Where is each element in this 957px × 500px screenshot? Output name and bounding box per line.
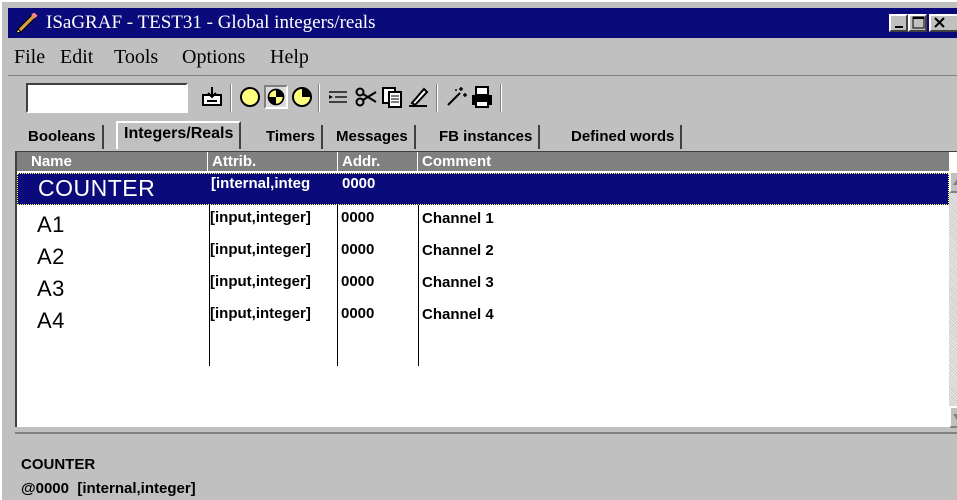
menu-tools[interactable]: Tools	[114, 46, 158, 69]
cell-addr: 0000	[341, 273, 375, 290]
tab-label: Integers/Reals	[124, 125, 234, 142]
circle-empty-icon[interactable]	[238, 85, 262, 109]
tab-timers[interactable]: Timers	[260, 125, 323, 149]
tab-integers-reals[interactable]: Integers/Reals	[116, 121, 242, 149]
menu-edit[interactable]: Edit	[60, 46, 93, 69]
maximize-icon	[912, 16, 925, 29]
toolbar-separator	[230, 84, 232, 112]
cell-attrib: [input,integer]	[210, 241, 311, 258]
vertical-scrollbar[interactable]	[949, 171, 957, 428]
app-window: ISaGRAF - TEST31 - Global integers/reals…	[0, 0, 957, 500]
copy-icon[interactable]	[380, 85, 404, 109]
cell-comment: Channel 3	[422, 274, 494, 291]
cell-attrib: [internal,integ	[211, 175, 311, 192]
cell-comment: Channel 2	[422, 242, 494, 259]
cell-name: COUNTER	[38, 175, 156, 201]
column-header-name[interactable]: Name	[17, 152, 207, 171]
variables-table: Name Attrib. Addr. Comment COUNTER [inte…	[15, 151, 957, 428]
toolbar-separator	[436, 84, 438, 112]
status-variable-name: COUNTER	[21, 456, 96, 473]
tab-messages[interactable]: Messages	[330, 125, 416, 149]
tab-strip: Booleans Integers/Reals Timers Messages …	[8, 121, 957, 149]
cell-name: A2	[37, 244, 65, 269]
menu-help-label: Help	[270, 46, 309, 68]
menu-help[interactable]: Help	[270, 46, 309, 69]
column-header-addr[interactable]: Addr.	[337, 152, 417, 171]
toolbar	[8, 75, 957, 117]
cell-attrib: [input,integer]	[210, 209, 311, 226]
cell-name: A3	[37, 276, 65, 301]
insert-line-icon[interactable]	[326, 85, 350, 109]
tab-booleans[interactable]: Booleans	[22, 125, 104, 149]
pencil-app-icon	[16, 13, 38, 33]
cell-name: A4	[37, 308, 65, 333]
scroll-up-button[interactable]	[949, 171, 957, 193]
wand-icon[interactable]	[444, 85, 468, 109]
window-title: ISaGRAF - TEST31 - Global integers/reals	[46, 12, 376, 33]
arrow-down-icon	[953, 414, 957, 420]
scroll-down-button[interactable]	[949, 406, 957, 428]
close-icon	[934, 17, 945, 28]
status-panel: COUNTER @0000 [internal,integer]	[15, 432, 957, 500]
table-header: Name Attrib. Addr. Comment	[17, 152, 949, 171]
tab-fb-instances[interactable]: FB instances	[433, 125, 541, 149]
circle-quarter-icon[interactable]	[290, 85, 314, 109]
cell-attrib: [input,integer]	[210, 273, 311, 290]
tab-defined-words[interactable]: Defined words	[565, 125, 683, 149]
menu-tools-label: Tools	[114, 46, 159, 68]
menu-options-label: Options	[182, 46, 246, 68]
menu-edit-label: Edit	[60, 46, 94, 68]
table-row[interactable]: A1 [input,integer] 0000 Channel 1	[17, 208, 949, 240]
cell-name: A1	[37, 212, 65, 237]
cell-attrib: [input,integer]	[210, 305, 311, 322]
table-row[interactable]: COUNTER [internal,integ 0000	[17, 173, 949, 205]
cell-comment: Channel 4	[422, 306, 494, 323]
cell-addr: 0000	[341, 241, 375, 258]
cell-addr: 0000	[341, 305, 375, 322]
tab-label: Timers	[266, 128, 315, 145]
table-row[interactable]: A4 [input,integer] 0000 Channel 4	[17, 304, 949, 336]
toolbar-search-input[interactable]	[26, 83, 188, 113]
tab-label: Defined words	[571, 128, 675, 145]
close-button[interactable]	[929, 14, 957, 32]
scissors-icon[interactable]	[354, 85, 378, 109]
table-row[interactable]: A3 [input,integer] 0000 Channel 3	[17, 272, 949, 304]
column-header-comment[interactable]: Comment	[417, 152, 949, 171]
arrow-up-icon	[953, 179, 957, 185]
tab-label: Booleans	[28, 128, 96, 145]
menu-options[interactable]: Options	[182, 46, 245, 69]
cell-comment: Channel 1	[422, 210, 494, 227]
menu-file-label: File	[14, 46, 46, 68]
cell-addr: 0000	[342, 175, 376, 192]
minimize-icon	[895, 26, 903, 28]
printer-icon[interactable]	[470, 85, 494, 109]
tab-label: Messages	[336, 128, 408, 145]
pen-icon[interactable]	[406, 85, 430, 109]
import-icon[interactable]	[200, 85, 224, 109]
toolbar-separator	[500, 84, 502, 112]
minimize-button[interactable]	[889, 14, 908, 32]
title-bar[interactable]: ISaGRAF - TEST31 - Global integers/reals	[8, 8, 957, 38]
column-header-attrib[interactable]: Attrib.	[207, 152, 337, 171]
circle-half-icon	[267, 88, 285, 106]
cell-addr: 0000	[341, 209, 375, 226]
tab-label: FB instances	[439, 128, 533, 145]
menu-bar: File Edit Tools Options Help	[8, 40, 957, 74]
table-row[interactable]: A2 [input,integer] 0000 Channel 2	[17, 240, 949, 272]
circle-half-button[interactable]	[264, 85, 288, 109]
menu-file[interactable]: File	[14, 46, 45, 69]
toolbar-separator	[318, 84, 320, 112]
status-variable-details: @0000 [internal,integer]	[21, 480, 196, 497]
maximize-button[interactable]	[908, 14, 927, 32]
